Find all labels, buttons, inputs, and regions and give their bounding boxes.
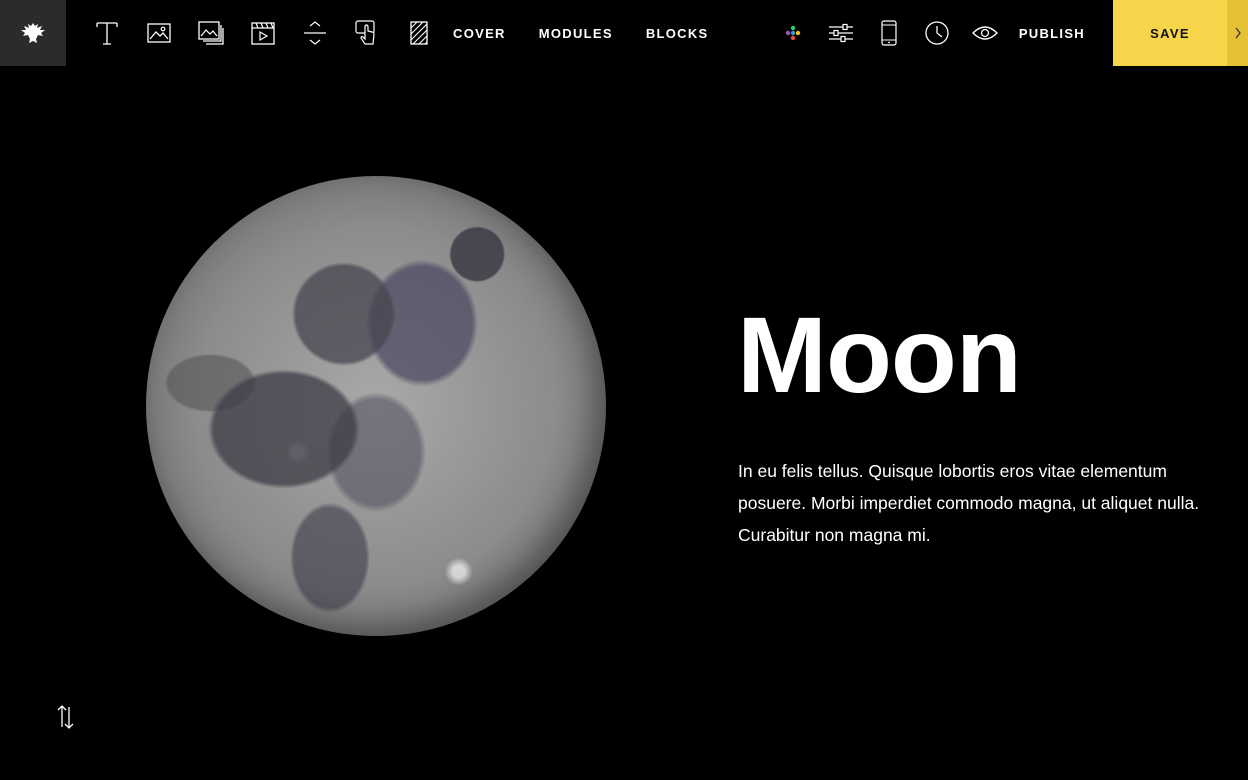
spacer-tool[interactable]: [297, 15, 333, 51]
video-tool[interactable]: [245, 15, 281, 51]
mobile-icon: [881, 20, 897, 46]
logo[interactable]: [0, 0, 66, 66]
spacer-icon: [304, 21, 326, 45]
save-button[interactable]: SAVE: [1113, 0, 1227, 66]
image-tool[interactable]: [141, 15, 177, 51]
block-tools: [89, 15, 453, 51]
page-title[interactable]: Moon: [737, 295, 1022, 415]
blocks-menu[interactable]: BLOCKS: [646, 26, 709, 41]
mobile-preview-button[interactable]: [871, 15, 907, 51]
reorder-button[interactable]: [54, 703, 78, 731]
save-options-button[interactable]: [1227, 0, 1248, 66]
preview-button[interactable]: [967, 15, 1003, 51]
body-text[interactable]: In eu felis tellus. Quisque lobortis ero…: [738, 455, 1213, 551]
eye-icon: [971, 26, 998, 40]
text-tool[interactable]: [89, 15, 125, 51]
publish-button[interactable]: PUBLISH: [1019, 26, 1085, 41]
modules-menu[interactable]: MODULES: [539, 26, 613, 41]
top-toolbar: COVER MODULES BLOCKS PUBLISH SAVE: [0, 0, 1248, 66]
moon-image[interactable]: [146, 176, 606, 636]
toolbar-right: PUBLISH SAVE: [775, 0, 1248, 66]
hatch-icon: [410, 21, 428, 45]
swap-vertical-icon: [57, 705, 74, 729]
moon-photo: [146, 176, 606, 636]
text-icon: [96, 22, 118, 45]
settings-button[interactable]: [823, 15, 859, 51]
video-icon: [251, 22, 275, 45]
gallery-icon: [198, 21, 224, 45]
image-icon: [147, 23, 171, 43]
chevron-right-icon: [1234, 27, 1241, 39]
clock-icon: [925, 21, 949, 45]
hand-pointer-icon: [355, 20, 375, 45]
cover-menu[interactable]: COVER: [453, 26, 506, 41]
pattern-tool[interactable]: [401, 15, 437, 51]
color-dots-icon: [785, 25, 801, 41]
color-palette-button[interactable]: [775, 15, 811, 51]
sliders-icon: [828, 23, 853, 43]
history-button[interactable]: [919, 15, 955, 51]
eagle-logo-icon: [21, 23, 45, 43]
button-tool[interactable]: [349, 15, 385, 51]
gallery-tool[interactable]: [193, 15, 229, 51]
